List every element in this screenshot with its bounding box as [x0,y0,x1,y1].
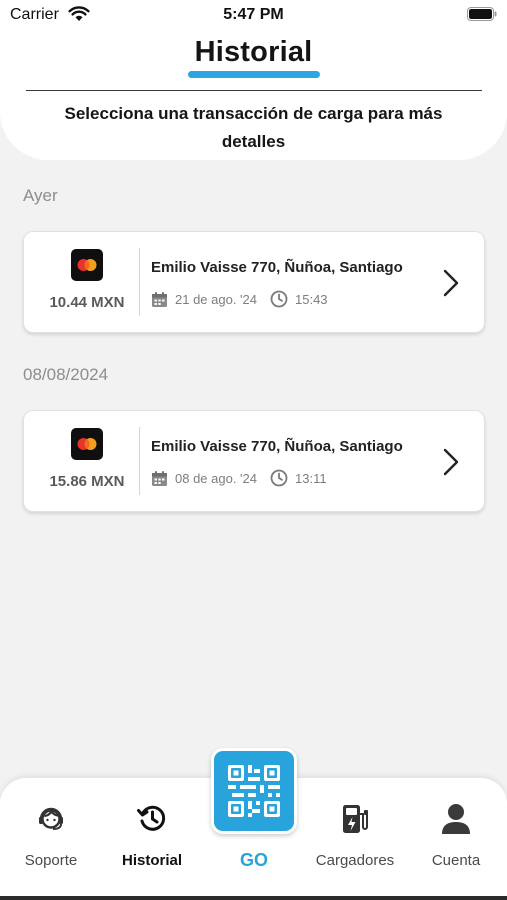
transaction-time: 15:43 [295,292,328,307]
bottom-edge [0,896,507,900]
user-icon [442,804,470,834]
group-label-ayer: Ayer [23,186,58,205]
transaction-date: 08 de ago. '24 [175,471,257,486]
tab-historial[interactable]: Historial [107,778,197,888]
transaction-card[interactable]: 10.44 MXN Emilio Vaisse 770, Ñuñoa, Sant… [23,231,485,333]
transaction-amount: 10.44 MXN [49,294,125,311]
payment-summary: 10.44 MXN [24,232,140,332]
history-icon [137,805,166,831]
chevron-right-icon[interactable] [442,447,460,477]
group-label-date: 08/08/2024 [23,365,109,384]
transaction-card[interactable]: 15.86 MXN Emilio Vaisse 770, Ñuñoa, Sant… [23,410,485,512]
title-underline [188,71,320,78]
battery-icon [467,7,497,21]
tab-label: Historial [121,852,182,869]
clock-icon [270,469,288,487]
mastercard-icon [71,249,103,281]
page-subtitle: Selecciona una transacción de carga para… [64,104,443,151]
tab-soporte[interactable]: Soporte [6,778,96,888]
chevron-right-icon[interactable] [442,268,460,298]
header: Carrier 5:47 PM Historial Selecciona una… [0,0,507,160]
qr-scan-button[interactable] [211,748,297,834]
tab-cuenta[interactable]: Cuenta [411,778,501,888]
transaction-address: Emilio Vaisse 770, Ñuñoa, Santiago [151,438,403,455]
go-label[interactable]: GO [211,850,297,871]
tab-label: Soporte [24,852,78,869]
transaction-time: 13:11 [295,471,327,486]
tab-label: Cargadores [315,852,395,869]
status-bar: Carrier 5:47 PM [0,0,507,30]
card-divider [139,427,140,495]
clock-icon [270,290,288,308]
card-divider [139,248,140,316]
page-title: Historial [194,36,313,68]
qr-code-icon [228,765,280,817]
calendar-icon [152,471,167,486]
transaction-address: Emilio Vaisse 770, Ñuñoa, Santiago [151,259,403,276]
calendar-icon [152,292,167,307]
mastercard-icon [71,428,103,460]
transaction-date: 21 de ago. '24 [175,292,257,307]
tab-label: Cuenta [431,852,481,869]
payment-summary: 15.86 MXN [24,411,140,511]
status-time: 5:47 PM [223,6,284,23]
header-divider [26,90,482,91]
tab-cargadores[interactable]: Cargadores [310,778,400,888]
ev-charger-icon [343,805,368,833]
support-agent-icon [39,807,63,830]
transaction-amount: 15.86 MXN [49,473,125,490]
